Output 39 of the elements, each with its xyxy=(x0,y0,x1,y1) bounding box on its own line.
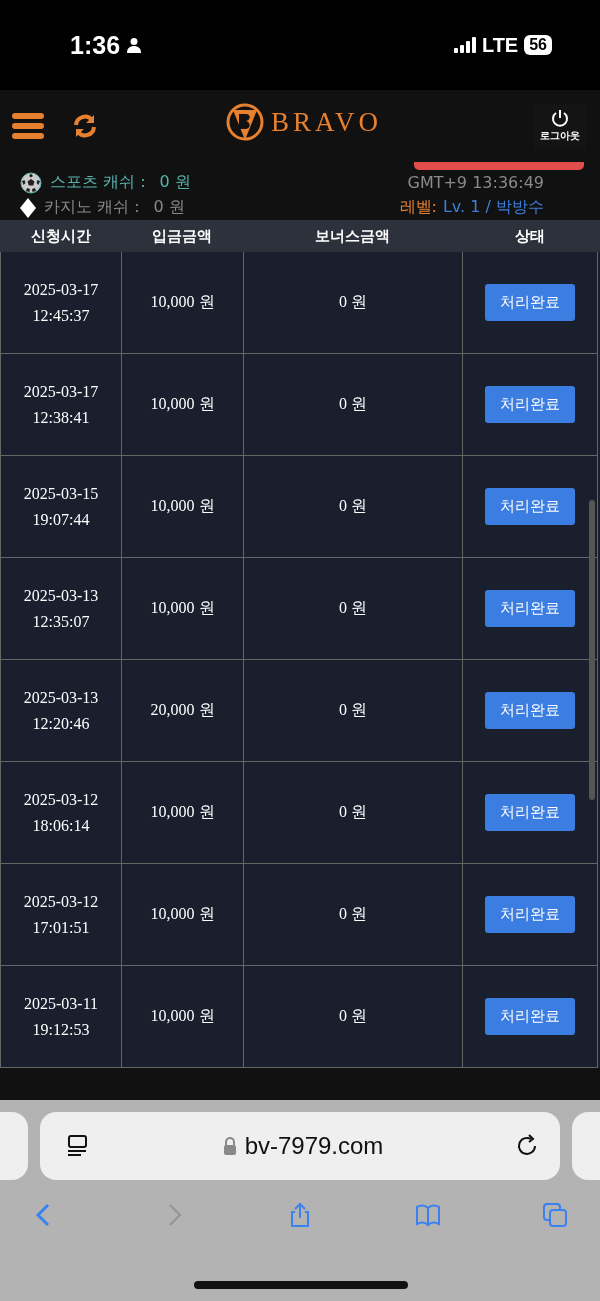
network-label: LTE xyxy=(481,33,519,57)
status-button[interactable]: 처리완료 xyxy=(485,590,575,627)
sports-cash-value: 0 원 xyxy=(159,172,191,193)
column-header: 신청시간 xyxy=(29,226,92,246)
diamond-icon xyxy=(20,197,36,218)
level-label: 레벨: xyxy=(399,197,437,216)
status-button[interactable]: 처리완료 xyxy=(485,794,575,831)
refresh-icon[interactable] xyxy=(72,113,98,139)
power-icon xyxy=(551,109,569,127)
server-clock: GMT+9 13:36:49 xyxy=(407,173,544,192)
address-bar[interactable]: bv-7979.com xyxy=(40,1112,560,1180)
column-header: 상태 xyxy=(514,226,546,246)
signal-icon xyxy=(453,37,476,53)
logo-emblem-icon xyxy=(225,102,265,142)
sports-cash-label: 스포츠 캐쉬 : xyxy=(50,172,146,193)
page-menu-icon[interactable] xyxy=(66,1134,90,1158)
casino-cash-value: 0 원 xyxy=(153,197,185,218)
url-text: bv-7979.com xyxy=(244,1132,384,1160)
person-icon xyxy=(126,37,143,53)
status-button[interactable]: 처리완료 xyxy=(485,284,575,321)
tabs-icon[interactable] xyxy=(542,1202,568,1228)
book-icon[interactable] xyxy=(414,1202,441,1228)
logo-text: BRAVO xyxy=(271,106,383,138)
status-button[interactable]: 처리완료 xyxy=(485,998,575,1035)
casino-cash-label: 카지노 캐쉬 : xyxy=(44,197,140,218)
column-header: 입금금액 xyxy=(151,226,213,246)
status-button[interactable]: 처리완료 xyxy=(485,896,575,933)
column-header: 보너스금액 xyxy=(314,226,391,246)
tab-preview[interactable] xyxy=(0,1112,28,1180)
lock-icon xyxy=(222,1137,237,1155)
status-button[interactable]: 처리완료 xyxy=(485,488,575,525)
clock-time: 1:36 xyxy=(70,30,121,60)
soccer-ball-icon xyxy=(20,171,42,194)
tab-preview[interactable] xyxy=(572,1112,600,1180)
status-button[interactable]: 처리완료 xyxy=(485,386,575,423)
status-button[interactable]: 처리완료 xyxy=(485,692,575,729)
battery-indicator: 56 xyxy=(524,35,552,55)
menu-icon[interactable] xyxy=(12,112,44,140)
level-value: Lv. 1 / 박방수 xyxy=(442,197,544,216)
